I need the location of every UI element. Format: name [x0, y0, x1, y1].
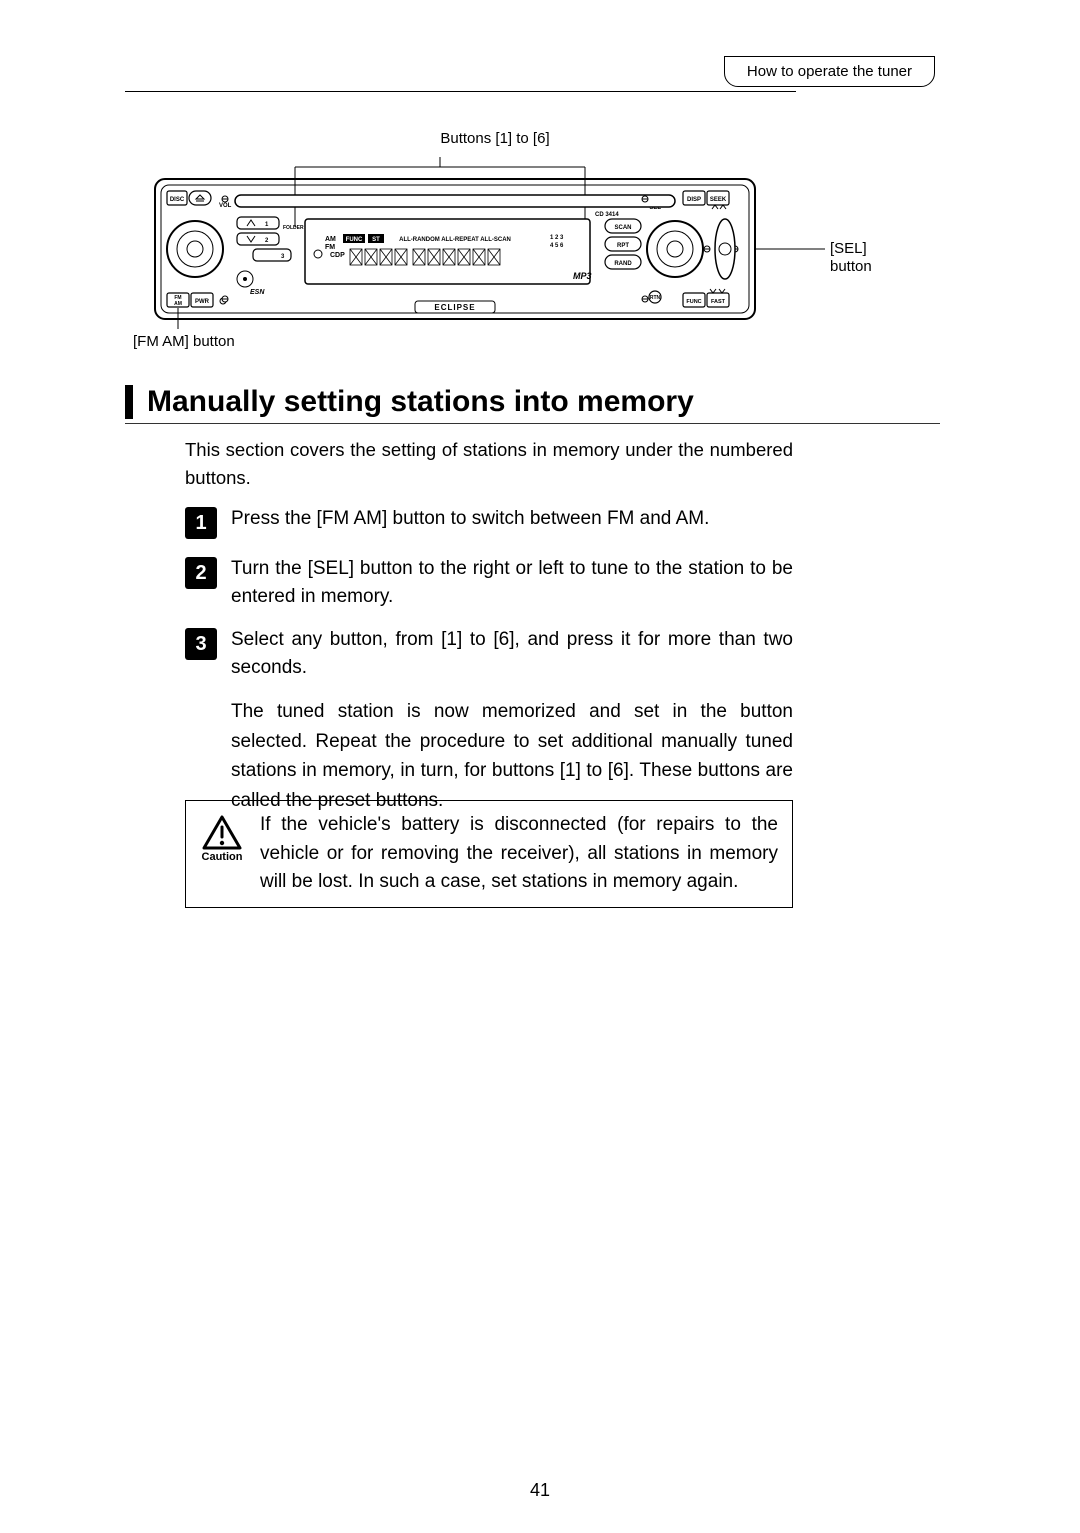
- diagram-fm-am-caption: [FM AM] button: [133, 333, 825, 350]
- svg-text:4 5 6: 4 5 6: [550, 243, 564, 249]
- device-diagram: Buttons [1] to [6] DISC: [125, 130, 825, 350]
- svg-text:VOL: VOL: [219, 203, 232, 209]
- section-heading: Manually setting stations into memory: [125, 385, 940, 424]
- section-intro: This section covers the setting of stati…: [185, 436, 793, 492]
- steps-list: 1 Press the [FM AM] button to switch bet…: [185, 505, 793, 815]
- warning-triangle-icon: [202, 815, 242, 851]
- header-tab-label: How to operate the tuner: [747, 63, 912, 80]
- svg-text:RPT: RPT: [617, 243, 629, 249]
- section-title: Manually setting stations into memory: [147, 385, 694, 419]
- car-stereo-svg: DISC VOL DISP SEEK SEL FM AM PWR FUNC FA…: [125, 149, 825, 329]
- caution-box: Caution If the vehicle's battery is disc…: [185, 800, 793, 908]
- step-1: 1 Press the [FM AM] button to switch bet…: [185, 505, 793, 539]
- svg-text:FAST: FAST: [711, 299, 726, 305]
- step-number-badge: 3: [185, 628, 217, 660]
- step-2-text: Turn the [SEL] button to the right or le…: [231, 555, 793, 610]
- caution-icon: Caution: [194, 815, 250, 897]
- svg-text:DISP: DISP: [687, 197, 701, 203]
- diagram-sel-caption: [SEL] button: [830, 240, 872, 276]
- step-3: 3 Select any button, from [1] to [6], an…: [185, 626, 793, 681]
- svg-text:SCAN: SCAN: [614, 225, 631, 231]
- svg-text:SEEK: SEEK: [710, 197, 727, 203]
- header-tab: How to operate the tuner: [724, 56, 935, 87]
- svg-text:FUNC: FUNC: [346, 237, 363, 243]
- svg-text:FM: FM: [325, 244, 335, 251]
- step-number-badge: 2: [185, 557, 217, 589]
- svg-text:PWR: PWR: [195, 299, 210, 305]
- svg-text:ECLIPSE: ECLIPSE: [434, 303, 475, 312]
- caution-label: Caution: [202, 851, 243, 863]
- sel-line2: button: [830, 258, 872, 275]
- step-3-text: Select any button, from [1] to [6], and …: [231, 626, 793, 681]
- svg-text:CD 3414: CD 3414: [595, 212, 619, 218]
- step-2: 2 Turn the [SEL] button to the right or …: [185, 555, 793, 610]
- title-bar-icon: [125, 385, 133, 419]
- sel-line1: [SEL]: [830, 240, 867, 257]
- svg-text:ESN: ESN: [250, 289, 265, 296]
- svg-text:ST: ST: [372, 237, 380, 243]
- svg-text:FUNC: FUNC: [686, 299, 701, 305]
- svg-text:RAND: RAND: [614, 261, 632, 267]
- svg-text:DISC: DISC: [170, 197, 185, 203]
- svg-text:1 2 3: 1 2 3: [550, 235, 564, 241]
- manual-page: How to operate the tuner Buttons [1] to …: [0, 0, 1080, 100]
- svg-text:RTN: RTN: [650, 295, 661, 301]
- page-number: 41: [0, 1480, 1080, 1501]
- svg-text:ALL-RANDOM ALL-REPEAT ALL-SCAN: ALL-RANDOM ALL-REPEAT ALL-SCAN: [399, 237, 511, 243]
- svg-text:CDP: CDP: [330, 252, 345, 259]
- svg-text:MP3: MP3: [573, 271, 592, 281]
- step-1-text: Press the [FM AM] button to switch betwe…: [231, 505, 793, 539]
- header-rule: [125, 91, 796, 92]
- diagram-top-caption: Buttons [1] to [6]: [125, 130, 825, 147]
- svg-text:FOLDER: FOLDER: [283, 225, 304, 231]
- caution-text: If the vehicle's battery is disconnected…: [250, 811, 778, 897]
- step-3-body: The tuned station is now memorized and s…: [231, 697, 793, 815]
- svg-text:AM: AM: [174, 301, 182, 307]
- svg-text:AM: AM: [325, 236, 336, 243]
- step-number-badge: 1: [185, 507, 217, 539]
